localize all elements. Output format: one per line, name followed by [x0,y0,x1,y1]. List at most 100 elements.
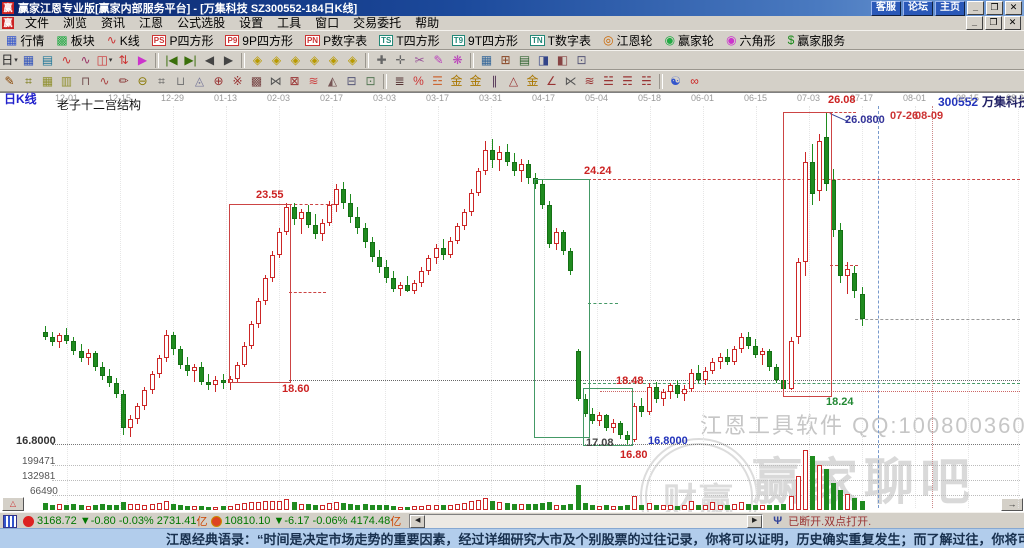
tool-trend-line-alt[interactable]: ∿ [76,52,95,69]
draw-gold-3[interactable]: 金 [523,73,542,90]
toolbar-button-9t-square[interactable]: T9 9T四方形 [446,31,524,49]
draw-ruler[interactable]: ≣ [390,73,409,90]
draw-draw-pen[interactable]: ✎ [0,73,19,90]
tool-first-page[interactable]: |◀ [162,52,181,69]
menu-item-浏览[interactable]: 浏览 [56,16,94,30]
tool-info-panel[interactable]: ▤ [38,52,57,69]
draw-circle-tool[interactable]: ⊖ [133,73,152,90]
tool-cut[interactable]: ✂ [410,52,429,69]
restore-button[interactable]: ❐ [986,1,1003,15]
tool-gann-diamond-1[interactable]: ◈ [248,52,267,69]
forum-button[interactable]: 论坛 [903,0,933,16]
home-button[interactable]: 主页 [935,0,965,16]
draw-pencil[interactable]: ✏ [114,73,133,90]
draw-trigram-4[interactable]: ☵ [637,73,656,90]
draw-gold-1[interactable]: 金 [447,73,466,90]
close-button[interactable]: ✕ [1005,1,1022,15]
tool-candle-style[interactable]: ◫ ▾ [95,52,114,69]
sz-index-icon[interactable] [210,515,222,527]
draw-wave-tool[interactable]: ∿ [95,73,114,90]
tool-play-flag[interactable]: ▶ [133,52,152,69]
tool-pen-magenta[interactable]: ✎ [429,52,448,69]
draw-box-x-tool[interactable]: ⊠ [285,73,304,90]
sh-index-icon[interactable] [23,515,34,527]
draw-percent[interactable]: % [409,73,428,90]
tool-window-layout[interactable]: ▦ [19,52,38,69]
tool-notes[interactable]: ▤ [515,52,534,69]
tool-calculator[interactable]: ⊞ [496,52,515,69]
mdi-close-button[interactable]: ✕ [1004,16,1021,30]
tool-gann-diamond-5[interactable]: ◈ [324,52,343,69]
draw-target-tool[interactable]: ⊕ [209,73,228,90]
title-bar[interactable]: 赢 赢家江恩专业版[赢家内部服务平台] - [万集科技 SZ300552-184… [0,0,1024,16]
toolbar-button-quotes[interactable]: ▦ 行情 [0,31,50,49]
tool-calendar[interactable]: ▦ [477,52,496,69]
toolbar-button-t-table[interactable]: TN T数字表 [524,31,597,49]
tool-trend-line-red[interactable]: ∿ [57,52,76,69]
draw-bracket[interactable]: ⊓ [76,73,95,90]
draw-minus-box[interactable]: ⊟ [342,73,361,90]
draw-infinity[interactable]: ∞ [685,73,704,90]
draw-shade-tool[interactable]: ▩ [247,73,266,90]
draw-star-tool[interactable]: ※ [228,73,247,90]
candle-style-dropdown-icon[interactable]: ▾ [109,56,113,64]
draw-dot-box[interactable]: ⊡ [361,73,380,90]
toolbar-button-t-square[interactable]: TS T四方形 [373,31,446,49]
tool-export[interactable]: ◧ [553,52,572,69]
toolbar-button-gann-wheel[interactable]: ◎ 江恩轮 [597,31,659,49]
horizontal-scrollbar[interactable]: ◀ ▶ [409,513,764,529]
draw-cup-tool[interactable]: ⊔ [171,73,190,90]
toolbar-button-9p-square[interactable]: P9 9P四方形 [219,31,298,49]
tool-gann-diamond-3[interactable]: ◈ [286,52,305,69]
toolbar-button-sectors[interactable]: ▩ 板块 [50,31,100,49]
tool-crosshair[interactable]: ✛ [391,52,410,69]
draw-waves[interactable]: ≋ [580,73,599,90]
tool-next[interactable]: ▶ [219,52,238,69]
toolbar-button-p-square[interactable]: PS P四方形 [146,31,220,49]
draw-link-tool[interactable]: ⋈ [266,73,285,90]
draw-triangle-tool[interactable]: ◬ [190,73,209,90]
draw-gold-2[interactable]: 金 [466,73,485,90]
menu-item-文件[interactable]: 文件 [18,16,56,30]
period-day-dropdown-icon[interactable]: ▾ [14,56,18,64]
toolbar-button-winner-wheel[interactable]: ◉ 赢家轮 [659,31,721,49]
draw-angle[interactable]: ∠ [542,73,561,90]
draw-trigram[interactable]: ☲ [428,73,447,90]
expand-volume-button[interactable]: △ [2,497,24,511]
tool-period-day[interactable]: 日 ▾ [0,52,19,69]
menu-item-帮助[interactable]: 帮助 [408,16,446,30]
menu-item-交易委托[interactable]: 交易委托 [346,16,408,30]
draw-wave2-tool[interactable]: ≋ [304,73,323,90]
minimize-button[interactable]: _ [967,1,984,15]
draw-trigram-3[interactable]: ☴ [618,73,637,90]
tool-last-page[interactable]: ▶| [181,52,200,69]
scrollbar-left-arrow-icon[interactable]: ◀ [410,514,426,528]
scroll-right-button[interactable]: → [1001,498,1023,511]
tool-prev[interactable]: ◀ [200,52,219,69]
draw-angle-up[interactable]: △ [504,73,523,90]
toolbar-button-winner-service[interactable]: $ 赢家服务 [782,31,852,49]
chart-canvas[interactable] [0,92,1024,512]
service-button[interactable]: 客服 [871,0,901,16]
toolbar-button-hexagon[interactable]: ◉ 六角形 [720,31,782,49]
tool-gann-diamond-6[interactable]: ◈ [343,52,362,69]
draw-trigram-2[interactable]: ☱ [599,73,618,90]
draw-tri2-tool[interactable]: ◭ [323,73,342,90]
menu-item-公式选股[interactable]: 公式选股 [170,16,232,30]
draw-price-grid[interactable]: ▦ [38,73,57,90]
draw-time-grid[interactable]: ▥ [57,73,76,90]
tool-save[interactable]: ◨ [534,52,553,69]
mdi-minimize-button[interactable]: _ [966,16,983,30]
menu-item-工具[interactable]: 工具 [270,16,308,30]
toolbar-button-p-table[interactable]: PN P数字表 [299,31,373,49]
menu-item-设置[interactable]: 设置 [232,16,270,30]
tool-gann-diamond-4[interactable]: ◈ [305,52,324,69]
tool-send[interactable]: ⊡ [572,52,591,69]
draw-grid-tool[interactable]: ⌗ [19,73,38,90]
mdi-restore-button[interactable]: ❐ [985,16,1002,30]
toolbar-button-kline[interactable]: ∿ K线 [101,31,146,49]
menu-item-资讯[interactable]: 资讯 [94,16,132,30]
tool-gann-diamond-2[interactable]: ◈ [267,52,286,69]
scrollbar-right-arrow-icon[interactable]: ▶ [747,514,763,528]
tool-ex-rights[interactable]: ⇅ [114,52,133,69]
